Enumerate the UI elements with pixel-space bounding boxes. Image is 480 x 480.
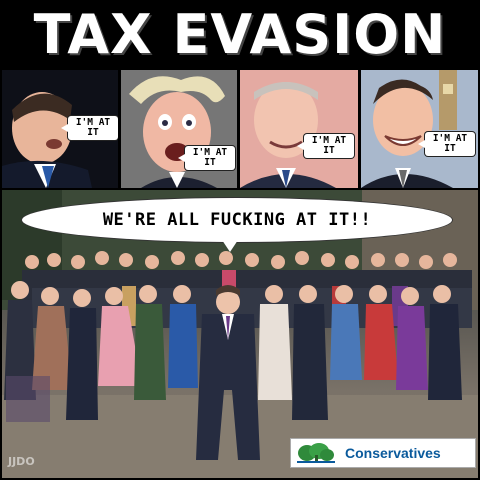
logo-text: Conservatives (345, 445, 441, 461)
group-speech-text: WE'RE ALL FUCKING AT IT!! (102, 210, 372, 230)
portrait-3-figure (240, 70, 358, 188)
portrait-2: I'M AT IT (121, 70, 237, 188)
meme-image: TAX EVASION I'M AT IT I'M AT IT I'M AT I… (0, 0, 480, 480)
portrait-2-figure (121, 70, 237, 188)
portrait-4: I'M AT IT (361, 70, 478, 188)
portrait-2-speech: I'M AT IT (178, 146, 235, 170)
portrait-1: I'M AT IT (2, 70, 118, 188)
portrait-4-figure (361, 70, 478, 188)
portrait-4-speech: I'M AT IT (418, 132, 475, 156)
group-photo: WE'RE ALL FUCKING AT IT!! JJDO Conservat… (2, 190, 478, 478)
watermark: JJDO (8, 455, 35, 468)
banner-title: TAX EVASION (33, 3, 447, 66)
banner: TAX EVASION (0, 0, 480, 70)
conservatives-logo: Conservatives (290, 438, 476, 468)
portrait-3-speech: I'M AT IT (297, 134, 354, 158)
group-speech-bubble: WE'RE ALL FUCKING AT IT!! (22, 198, 452, 252)
portrait-3: I'M AT IT (240, 70, 358, 188)
portrait-row: I'M AT IT I'M AT IT I'M AT IT I'M AT IT (0, 70, 480, 188)
portrait-1-speech: I'M AT IT (61, 116, 118, 140)
tree-logo-icon (297, 443, 335, 463)
